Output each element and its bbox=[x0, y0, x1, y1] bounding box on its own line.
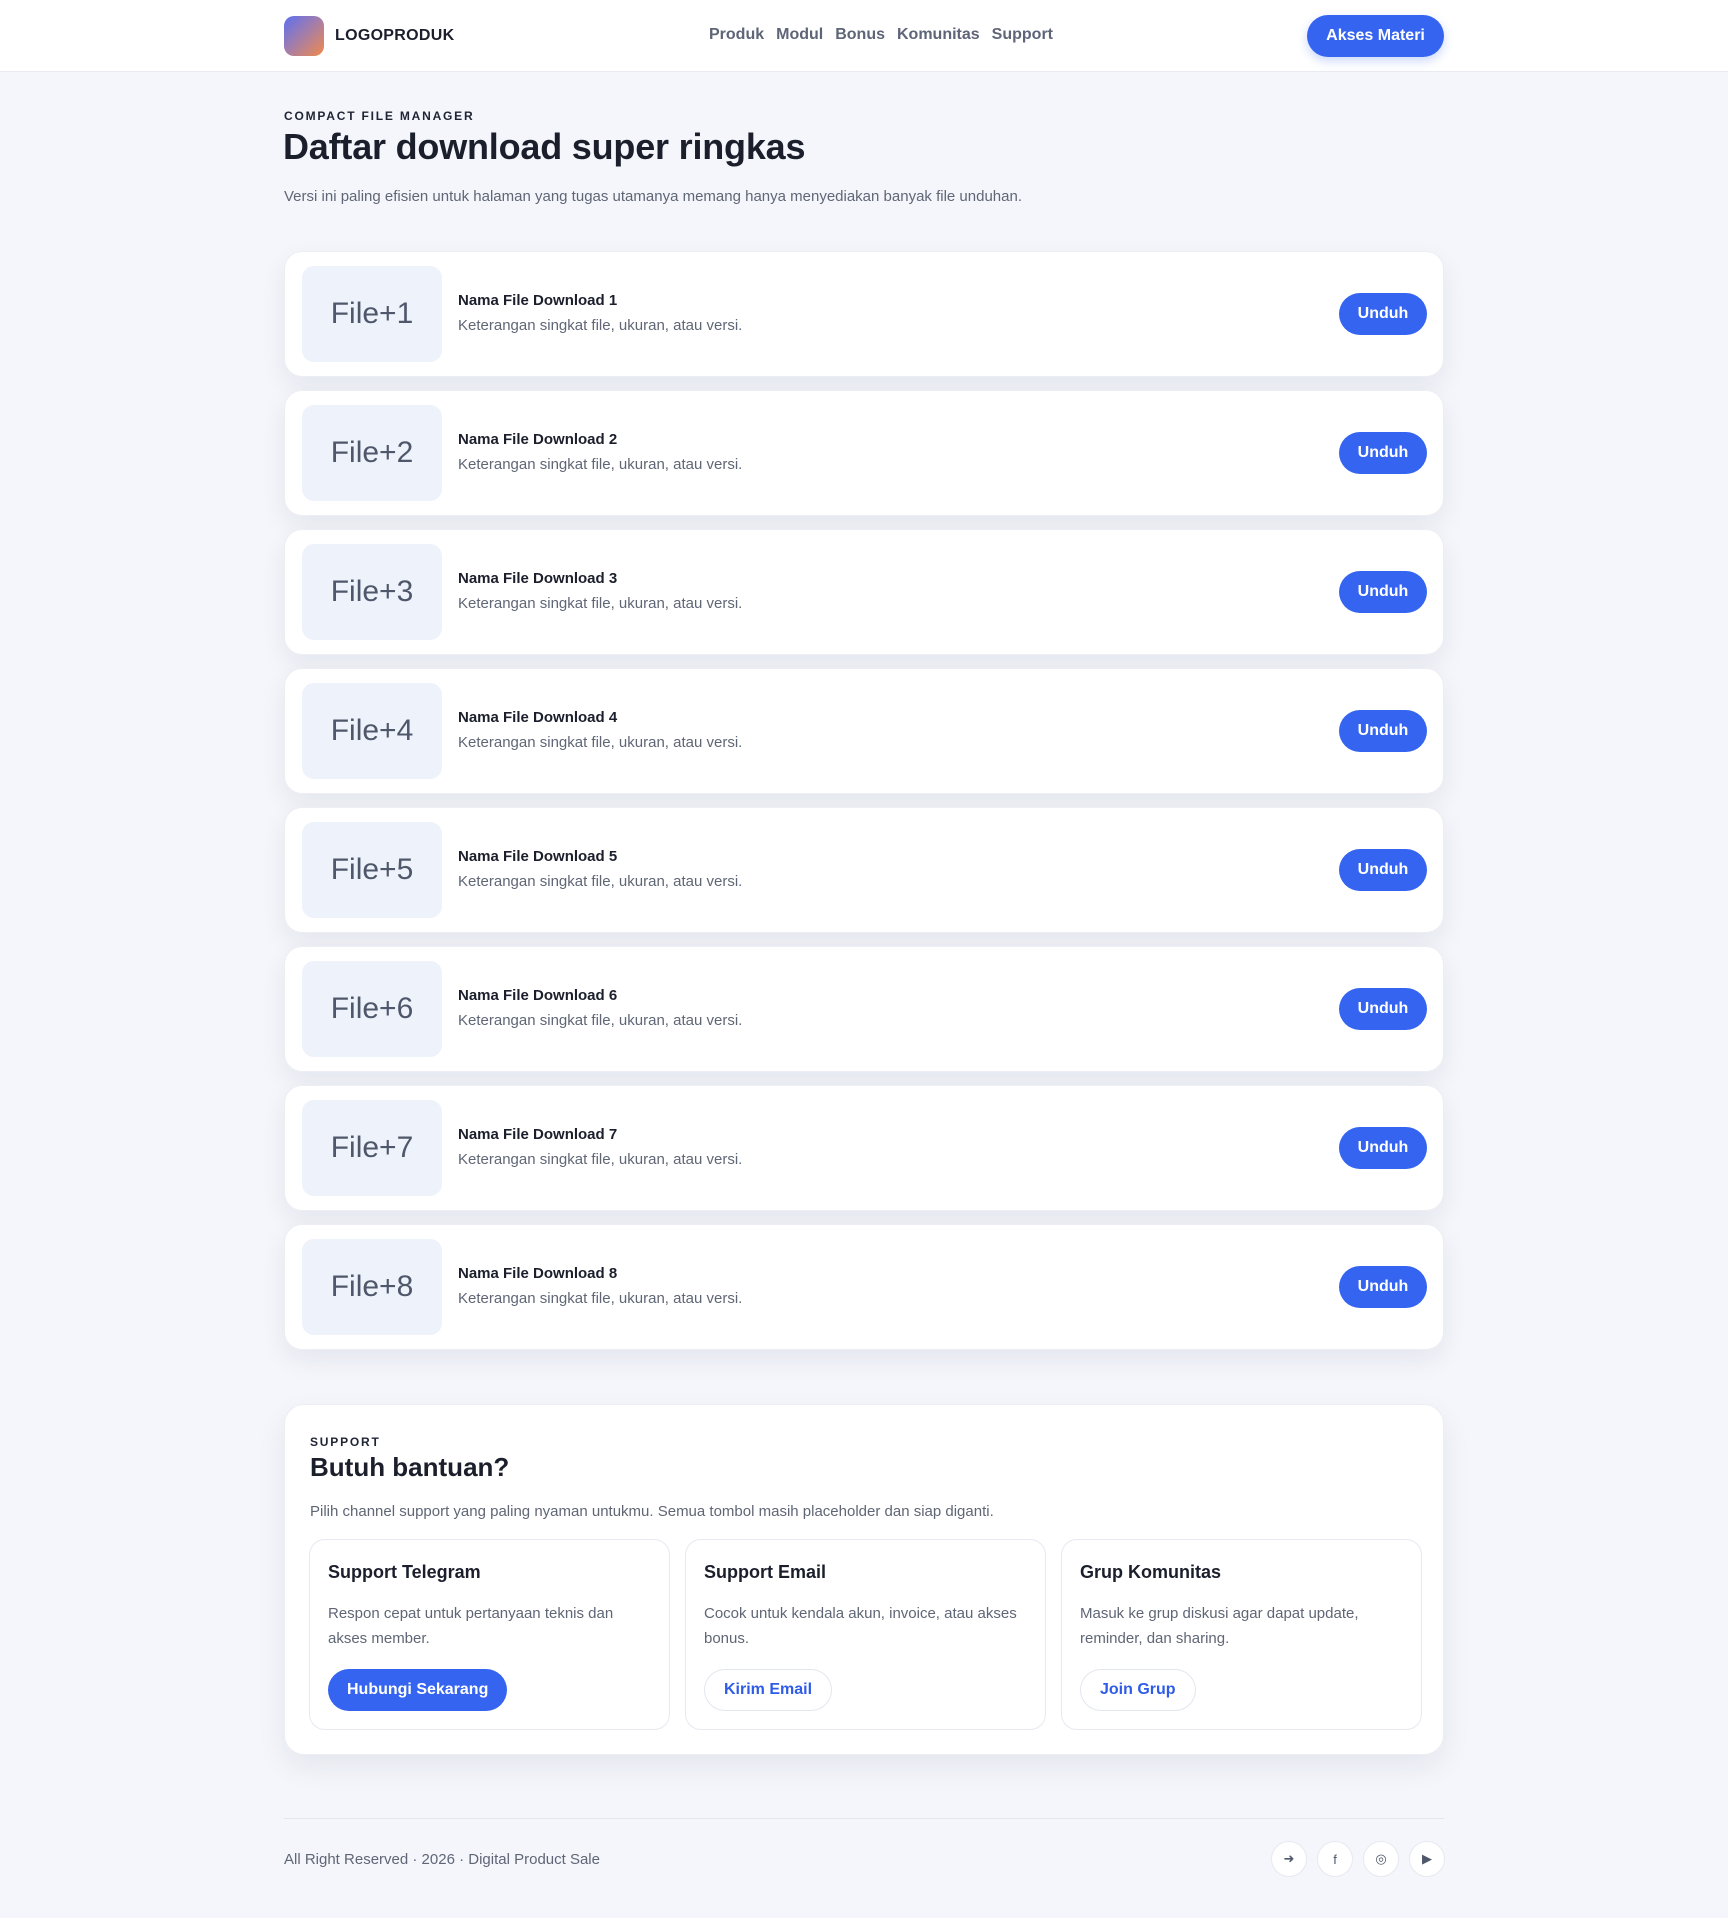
hubungi-sekarang-button[interactable]: Hubungi Sekarang bbox=[328, 1669, 508, 1711]
telegram-icon[interactable]: ➜ bbox=[1271, 1841, 1307, 1877]
brand-logo bbox=[284, 16, 324, 56]
file-name: Nama File Download 4 bbox=[458, 709, 618, 726]
file-name: Nama File Download 3 bbox=[458, 570, 618, 587]
support-card-title: Support Email bbox=[704, 1562, 827, 1582]
file-description: Keterangan singkat file, ukuran, atau ve… bbox=[458, 595, 743, 612]
file-description: Keterangan singkat file, ukuran, atau ve… bbox=[458, 873, 743, 890]
file-thumbnail: File+6 bbox=[302, 961, 442, 1057]
nav-link-komunitas[interactable]: Komunitas bbox=[897, 24, 980, 46]
file-description: Keterangan singkat file, ukuran, atau ve… bbox=[458, 734, 743, 751]
unduh-button[interactable]: Unduh bbox=[1339, 1127, 1427, 1169]
file-name: Nama File Download 6 bbox=[458, 987, 618, 1004]
support-card-description: Masuk ke grup diskusi agar dapat update,… bbox=[1080, 1605, 1359, 1647]
download-item: File+8 Nama File Download 8 Keterangan s… bbox=[284, 1224, 1444, 1350]
file-thumbnail: File+5 bbox=[302, 822, 442, 918]
nav-link-modul[interactable]: Modul bbox=[776, 24, 823, 46]
support-eyebrow: SUPPORT bbox=[310, 1435, 381, 1449]
support-section: SUPPORT Butuh bantuan? Pilih channel sup… bbox=[284, 1404, 1444, 1755]
section-eyebrow: COMPACT FILE MANAGER bbox=[284, 109, 475, 123]
footer-divider bbox=[284, 1818, 1444, 1819]
support-card-title: Grup Komunitas bbox=[1080, 1562, 1222, 1582]
download-item: File+7 Nama File Download 7 Keterangan s… bbox=[284, 1085, 1444, 1211]
unduh-button[interactable]: Unduh bbox=[1339, 988, 1427, 1030]
unduh-button[interactable]: Unduh bbox=[1339, 710, 1427, 752]
file-thumbnail: File+7 bbox=[302, 1100, 442, 1196]
download-item: File+4 Nama File Download 4 Keterangan s… bbox=[284, 668, 1444, 794]
file-name: Nama File Download 2 bbox=[458, 431, 618, 448]
unduh-button[interactable]: Unduh bbox=[1339, 432, 1427, 474]
top-navbar: LOGOPRODUK Produk Modul Bonus Komunitas … bbox=[0, 0, 1728, 72]
download-item: File+5 Nama File Download 5 Keterangan s… bbox=[284, 807, 1444, 933]
join-grup-button[interactable]: Join Grup bbox=[1080, 1669, 1196, 1711]
file-description: Keterangan singkat file, ukuran, atau ve… bbox=[458, 456, 743, 473]
support-card-description: Respon cepat untuk pertanyaan teknis dan… bbox=[328, 1605, 614, 1647]
support-card-telegram: Support Telegram Respon cepat untuk pert… bbox=[309, 1539, 670, 1730]
download-item: File+1 Nama File Download 1 Keterangan s… bbox=[284, 251, 1444, 377]
unduh-button[interactable]: Unduh bbox=[1339, 1266, 1427, 1308]
file-thumbnail: File+1 bbox=[302, 266, 442, 362]
nav-link-bonus[interactable]: Bonus bbox=[835, 24, 885, 46]
download-item: File+2 Nama File Download 2 Keterangan s… bbox=[284, 390, 1444, 516]
file-thumbnail: File+4 bbox=[302, 683, 442, 779]
kirim-email-button[interactable]: Kirim Email bbox=[704, 1669, 833, 1711]
file-description: Keterangan singkat file, ukuran, atau ve… bbox=[458, 1012, 743, 1029]
social-links: ➜ f ◎ ▶ bbox=[1271, 1841, 1445, 1877]
support-title: Butuh bantuan? bbox=[310, 1452, 510, 1482]
file-name: Nama File Download 8 bbox=[458, 1265, 618, 1282]
file-description: Keterangan singkat file, ukuran, atau ve… bbox=[458, 1290, 743, 1307]
support-lead: Pilih channel support yang paling nyaman… bbox=[310, 1503, 994, 1520]
support-channels: Support Telegram Respon cepat untuk pert… bbox=[309, 1539, 1422, 1730]
file-name: Nama File Download 1 bbox=[458, 292, 618, 309]
main-nav: Produk Modul Bonus Komunitas Support bbox=[709, 24, 1065, 46]
file-description: Keterangan singkat file, ukuran, atau ve… bbox=[458, 1151, 743, 1168]
page-lead: Versi ini paling efisien untuk halaman y… bbox=[284, 188, 1022, 205]
instagram-icon[interactable]: ◎ bbox=[1363, 1841, 1399, 1877]
youtube-icon[interactable]: ▶ bbox=[1409, 1841, 1445, 1877]
support-card-email: Support Email Cocok untuk kendala akun, … bbox=[685, 1539, 1046, 1730]
page-title: Daftar download super ringkas bbox=[283, 126, 806, 167]
akses-materi-button[interactable]: Akses Materi bbox=[1307, 15, 1444, 57]
file-thumbnail: File+2 bbox=[302, 405, 442, 501]
brand[interactable]: LOGOPRODUK bbox=[284, 16, 454, 56]
facebook-icon[interactable]: f bbox=[1317, 1841, 1353, 1877]
support-card-komunitas: Grup Komunitas Masuk ke grup diskusi aga… bbox=[1061, 1539, 1422, 1730]
download-list: File+1 Nama File Download 1 Keterangan s… bbox=[284, 251, 1444, 1363]
file-thumbnail: File+8 bbox=[302, 1239, 442, 1335]
support-card-description: Cocok untuk kendala akun, invoice, atau … bbox=[704, 1605, 1017, 1647]
unduh-button[interactable]: Unduh bbox=[1339, 849, 1427, 891]
file-name: Nama File Download 7 bbox=[458, 1126, 618, 1143]
unduh-button[interactable]: Unduh bbox=[1339, 571, 1427, 613]
file-thumbnail: File+3 bbox=[302, 544, 442, 640]
unduh-button[interactable]: Unduh bbox=[1339, 293, 1427, 335]
nav-link-produk[interactable]: Produk bbox=[709, 24, 764, 46]
file-name: Nama File Download 5 bbox=[458, 848, 618, 865]
download-item: File+3 Nama File Download 3 Keterangan s… bbox=[284, 529, 1444, 655]
brand-name: LOGOPRODUK bbox=[335, 27, 455, 44]
support-card-title: Support Telegram bbox=[328, 1562, 481, 1582]
file-description: Keterangan singkat file, ukuran, atau ve… bbox=[458, 317, 743, 334]
nav-link-support[interactable]: Support bbox=[992, 24, 1053, 46]
download-item: File+6 Nama File Download 6 Keterangan s… bbox=[284, 946, 1444, 1072]
footer-copyright: All Right Reserved · 2026 · Digital Prod… bbox=[284, 1851, 600, 1868]
